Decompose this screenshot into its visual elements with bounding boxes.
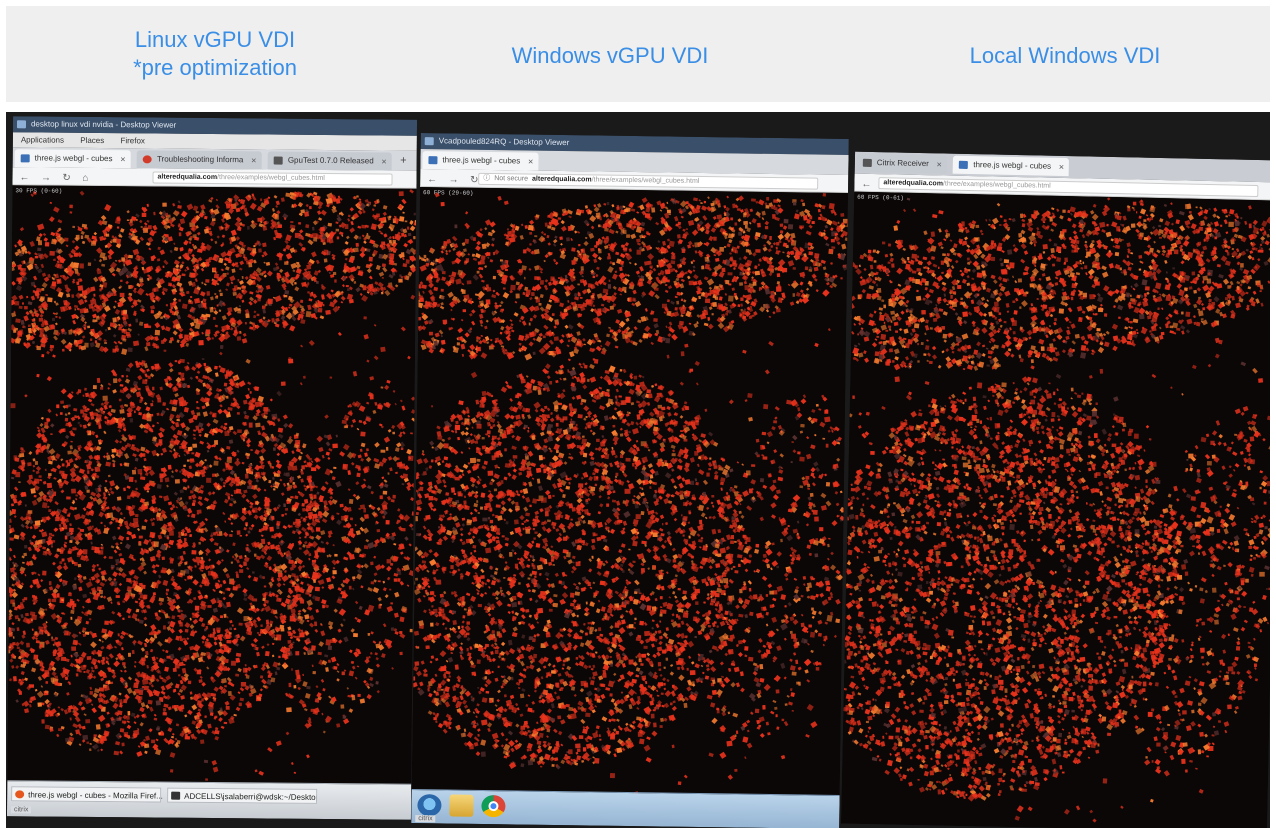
cubes-scene bbox=[411, 187, 849, 799]
local-windows-monitor: Citrix Receiver × three.js webgl - cubes… bbox=[841, 151, 1270, 828]
url-domain: alteredqualia.com bbox=[883, 179, 944, 188]
threejs-favicon-icon bbox=[959, 160, 969, 169]
taskbar-item-label: three.js webgl - cubes - Mozilla Firef..… bbox=[28, 790, 163, 801]
menu-places[interactable]: Places bbox=[80, 136, 104, 145]
linux-taskbar: three.js webgl - cubes - Mozilla Firef..… bbox=[6, 780, 412, 820]
linux-vgpu-label: Linux vGPU VDI *pre optimization bbox=[90, 26, 340, 82]
tab-label: GpuTest 0.7.0 Released bbox=[287, 155, 374, 166]
webgl-cubes-canvas[interactable]: 60 FPS (29-60) bbox=[411, 187, 849, 799]
window-title: Vcadpouled824RQ - Desktop Viewer bbox=[438, 136, 570, 148]
url-domain: alteredqualia.com bbox=[532, 175, 592, 184]
fps-counter: 60 FPS (29-60) bbox=[422, 189, 474, 197]
citrix-tag: citrix bbox=[10, 806, 32, 814]
gputest-favicon-icon bbox=[273, 156, 283, 165]
citrix-tag: citrix bbox=[415, 815, 436, 823]
citrix-viewer-icon bbox=[16, 120, 27, 129]
tab-threejs-cubes[interactable]: three.js webgl - cubes × bbox=[953, 155, 1070, 177]
menu-firefox[interactable]: Firefox bbox=[120, 136, 145, 145]
firefox-icon bbox=[15, 790, 25, 799]
url-bar[interactable]: ⓘ Not secure alteredqualia.com/three/examp… bbox=[478, 172, 819, 190]
close-icon[interactable]: × bbox=[381, 152, 386, 170]
url-bar[interactable]: alteredqualia.com/three/examples/webgl_c… bbox=[152, 171, 393, 186]
windows-vdi-monitor: Vcadpouled824RQ - Desktop Viewer three.j… bbox=[411, 133, 849, 828]
menu-applications[interactable]: Applications bbox=[21, 135, 64, 144]
taskbar-item-firefox[interactable]: three.js webgl - cubes - Mozilla Firef..… bbox=[11, 786, 163, 803]
close-icon[interactable]: × bbox=[528, 153, 534, 171]
cubes-scene bbox=[7, 185, 417, 784]
window-title: desktop linux vdi nvidia - Desktop Viewe… bbox=[30, 119, 177, 130]
tab-label: three.js webgl - cubes bbox=[34, 153, 113, 164]
firefox-favicon-icon bbox=[142, 155, 153, 164]
tab-label: three.js webgl - cubes bbox=[973, 160, 1052, 171]
windows-taskbar: citrix bbox=[411, 788, 840, 828]
url-domain: alteredqualia.com bbox=[157, 173, 218, 182]
windows-start-icon[interactable] bbox=[417, 794, 442, 817]
taskbar-item-terminal[interactable]: ADCELLS\jsalaberri@wdsk:~/Desktop... bbox=[167, 787, 318, 804]
tab-gputest[interactable]: GpuTest 0.7.0 Released × bbox=[267, 151, 392, 171]
tab-threejs-cubes[interactable]: three.js webgl - cubes × bbox=[14, 149, 131, 169]
webgl-cubes-canvas[interactable]: 60 FPS (0-61) bbox=[841, 191, 1270, 828]
tab-citrix-receiver[interactable]: Citrix Receiver × bbox=[856, 153, 948, 174]
threejs-favicon-icon bbox=[20, 154, 30, 163]
linux-vgpu-title: Linux vGPU VDI bbox=[134, 27, 296, 52]
terminal-icon bbox=[171, 791, 181, 800]
cubes-scene bbox=[841, 191, 1270, 828]
tab-label: Citrix Receiver bbox=[876, 158, 929, 169]
linux-vdi-monitor: desktop linux vdi nvidia - Desktop Viewe… bbox=[6, 116, 418, 820]
webgl-cubes-canvas[interactable]: 30 FPS (0-60) bbox=[7, 185, 417, 784]
monitors-photo: desktop linux vdi nvidia - Desktop Viewe… bbox=[6, 112, 1270, 828]
info-icon: ⓘ bbox=[483, 174, 491, 183]
local-windows-label: Local Windows VDI bbox=[969, 43, 1161, 68]
tab-label: Troubleshooting Informa bbox=[156, 154, 244, 165]
url-path: /three/examples/webgl_cubes.html bbox=[217, 174, 325, 182]
close-icon[interactable]: × bbox=[936, 155, 942, 173]
new-tab-icon[interactable]: + bbox=[400, 151, 407, 171]
taskbar-item-label: ADCELLS\jsalaberri@wdsk:~/Desktop... bbox=[184, 791, 318, 803]
close-icon[interactable]: × bbox=[251, 151, 256, 169]
citrix-receiver-favicon-icon bbox=[862, 158, 872, 167]
citrix-viewer-icon bbox=[424, 137, 434, 146]
fps-counter: 30 FPS (0-60) bbox=[15, 187, 63, 195]
not-secure-label: Not secure bbox=[494, 175, 529, 183]
fps-counter: 60 FPS (0-61) bbox=[857, 193, 905, 202]
file-explorer-icon[interactable] bbox=[449, 794, 474, 817]
url-path: /three/examples/webgl_cubes.html bbox=[942, 180, 1051, 190]
tab-threejs-cubes[interactable]: three.js webgl - cubes × bbox=[422, 151, 539, 171]
close-icon[interactable]: × bbox=[1059, 158, 1065, 176]
windows-vgpu-label: Windows vGPU VDI bbox=[511, 43, 709, 68]
linux-vgpu-note: *pre optimization bbox=[133, 55, 297, 80]
chrome-icon[interactable] bbox=[481, 794, 506, 818]
close-icon[interactable]: × bbox=[120, 150, 125, 168]
tab-label: three.js webgl - cubes bbox=[442, 155, 521, 166]
threejs-favicon-icon bbox=[428, 156, 438, 165]
url-path: /three/examples/webgl_cubes.html bbox=[591, 176, 700, 185]
tab-troubleshooting[interactable]: Troubleshooting Informa × bbox=[136, 150, 262, 170]
